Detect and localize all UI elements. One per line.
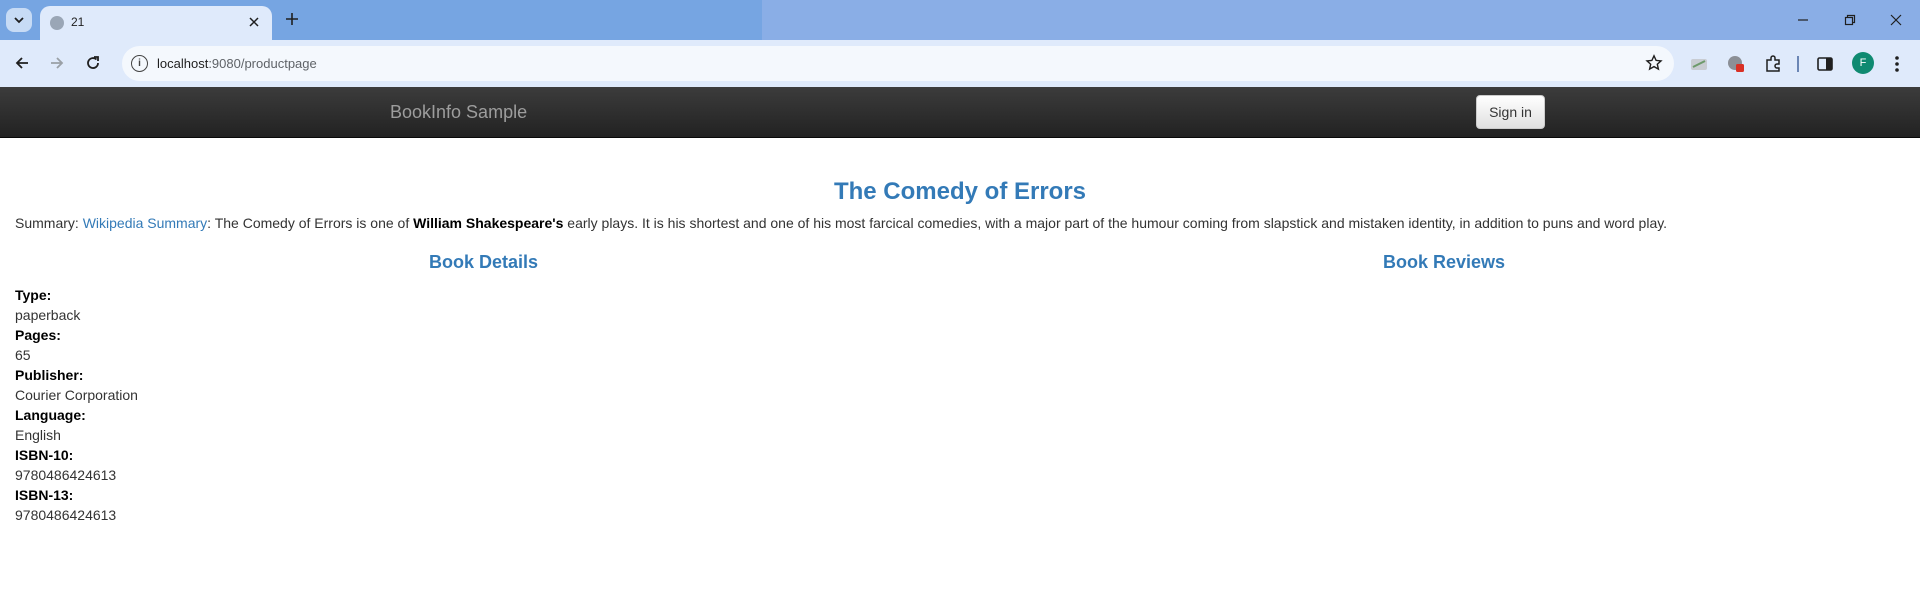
reload-button[interactable] bbox=[78, 48, 108, 78]
back-button[interactable] bbox=[7, 48, 37, 78]
browser-toolbar: i localhost:9080/productpage F bbox=[0, 40, 1920, 87]
address-bar[interactable]: i localhost:9080/productpage bbox=[122, 46, 1674, 81]
tab-search-button[interactable] bbox=[6, 8, 32, 32]
detail-label: ISBN-13: bbox=[15, 487, 74, 503]
restore-button[interactable] bbox=[1827, 0, 1873, 40]
book-summary: Summary: Wikipedia Summary: The Comedy o… bbox=[15, 215, 1668, 231]
minimize-icon bbox=[1798, 19, 1808, 21]
active-tab[interactable]: 21 bbox=[40, 6, 272, 40]
puzzle-icon bbox=[1766, 55, 1780, 72]
detail-value: Courier Corporation bbox=[15, 387, 138, 403]
arrow-right-icon bbox=[51, 57, 64, 69]
author-name: William Shakespeare's bbox=[413, 215, 564, 231]
detail-label: Type: bbox=[15, 287, 52, 303]
brand-link[interactable]: BookInfo Sample bbox=[390, 102, 527, 123]
detail-value: 9780486424613 bbox=[15, 507, 117, 523]
detail-value: 9780486424613 bbox=[15, 467, 117, 483]
detail-label: Pages: bbox=[15, 327, 61, 343]
restore-icon bbox=[1844, 14, 1856, 26]
detail-value: paperback bbox=[15, 307, 81, 323]
arrow-left-icon bbox=[15, 57, 28, 69]
sign-in-button[interactable]: Sign in bbox=[1476, 95, 1545, 129]
close-icon bbox=[249, 17, 259, 27]
close-window-button[interactable] bbox=[1873, 0, 1919, 40]
extension-badge-icon bbox=[1728, 56, 1744, 72]
reload-icon bbox=[87, 56, 99, 69]
wikipedia-summary-link[interactable]: Wikipedia Summary bbox=[83, 215, 207, 231]
extension-app-icon bbox=[1691, 59, 1707, 70]
site-navbar: BookInfo Sample Sign in bbox=[0, 87, 1920, 138]
detail-value: 65 bbox=[15, 347, 31, 363]
toolbar-divider bbox=[1797, 56, 1799, 72]
book-details-list: Type: paperback Pages: 65 Publisher: Cou… bbox=[15, 285, 138, 525]
web-page: BookInfo Sample Sign in The Comedy of Er… bbox=[0, 87, 1920, 592]
side-panel-button[interactable] bbox=[1814, 53, 1836, 75]
close-tab-button[interactable] bbox=[244, 12, 264, 32]
star-icon bbox=[1645, 54, 1663, 71]
forward-button[interactable] bbox=[42, 48, 72, 78]
detail-value: English bbox=[15, 427, 61, 443]
detail-label: Publisher: bbox=[15, 367, 84, 383]
tab-title: 21 bbox=[71, 15, 85, 29]
extension-button[interactable] bbox=[1688, 53, 1710, 75]
site-info-icon[interactable]: i bbox=[131, 55, 148, 72]
minimize-button[interactable] bbox=[1780, 0, 1826, 40]
menu-button[interactable] bbox=[1886, 53, 1908, 75]
new-tab-button[interactable] bbox=[280, 7, 304, 31]
extensions-button[interactable] bbox=[1762, 53, 1784, 75]
close-icon bbox=[1890, 14, 1902, 26]
globe-icon bbox=[50, 16, 64, 30]
book-reviews-heading: Book Reviews bbox=[1383, 252, 1506, 272]
tab-strip: 21 bbox=[0, 0, 1920, 40]
plus-icon bbox=[286, 13, 298, 25]
book-details-heading: Book Details bbox=[429, 252, 539, 272]
chevron-down-icon bbox=[14, 17, 24, 24]
book-title: The Comedy of Errors bbox=[833, 178, 1087, 205]
url-text: localhost:9080/productpage bbox=[157, 56, 317, 71]
more-vert-icon bbox=[1895, 56, 1899, 72]
detail-label: Language: bbox=[15, 407, 86, 423]
side-panel-icon bbox=[1817, 57, 1833, 71]
extension-button[interactable] bbox=[1725, 53, 1747, 75]
bookmark-button[interactable] bbox=[1644, 53, 1664, 73]
profile-avatar[interactable]: F bbox=[1852, 52, 1874, 74]
detail-label: ISBN-10: bbox=[15, 447, 74, 463]
